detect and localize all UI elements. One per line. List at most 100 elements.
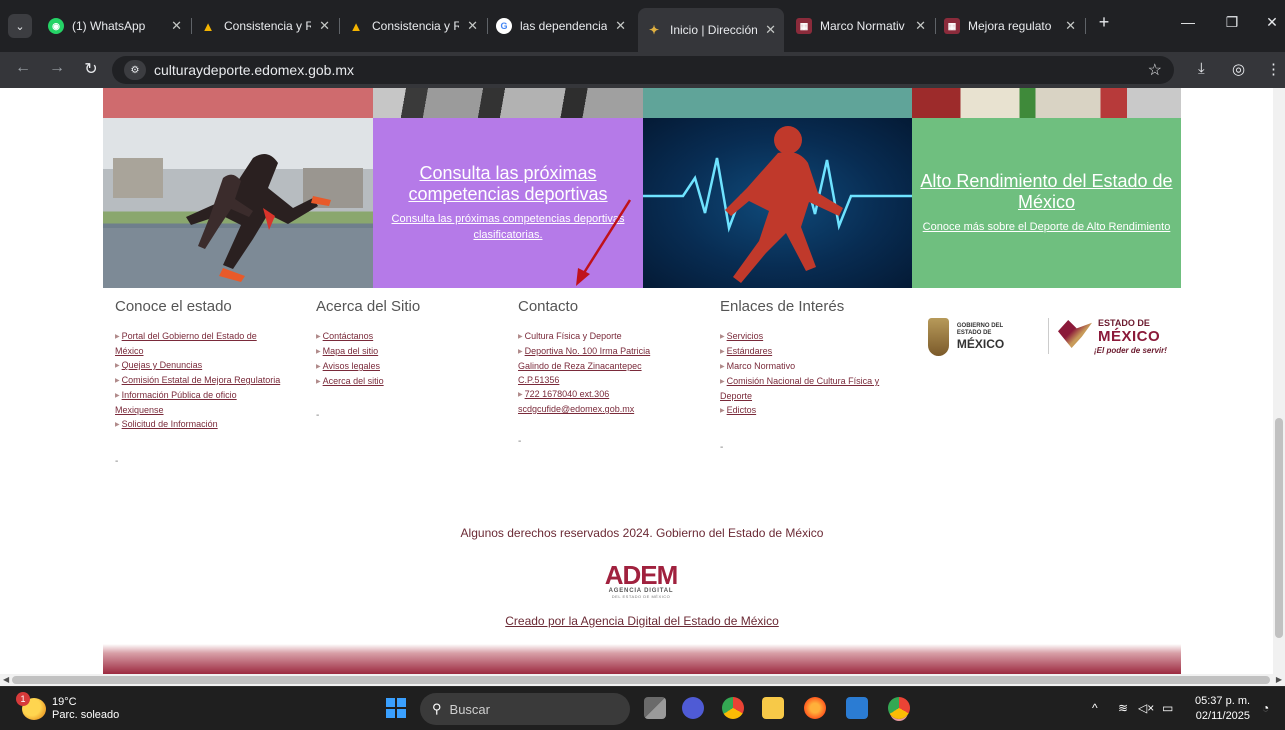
file-explorer-icon[interactable]: [762, 697, 784, 719]
tab-separator: [1085, 18, 1086, 34]
gobierno-edomex-logo[interactable]: GOBIERNO DEL ESTADO DE MÉXICO: [928, 316, 1023, 358]
cultura-fisica-text: Cultura Física y Deporte: [518, 329, 678, 344]
contactanos-link[interactable]: Contáctanos: [316, 329, 486, 344]
informacion-publica-link[interactable]: Información Pública de oficio Mexiquense: [115, 388, 285, 417]
acerca-del-sitio-link[interactable]: Acerca del sitio: [316, 374, 486, 389]
vertical-scrollbar[interactable]: [1273, 88, 1285, 674]
url-text[interactable]: culturaydeporte.edomex.gob.mx: [154, 62, 354, 78]
solicitud-informacion-link[interactable]: Solicitud de Información: [115, 417, 285, 432]
site-info-icon[interactable]: ⚙: [124, 60, 146, 80]
tab-label: Marco Normativ: [820, 19, 905, 33]
mapa-sitio-link[interactable]: Mapa del sitio: [316, 344, 486, 359]
restore-icon[interactable]: ❐: [1222, 14, 1242, 31]
new-tab-button[interactable]: +: [1092, 12, 1116, 33]
google-drive-icon: ▲: [349, 18, 363, 34]
windows-taskbar: 1 19°C Parc. soleado ⚲ Buscar ^ ≋ ◁× ▭ 0…: [0, 686, 1285, 730]
address-bar[interactable]: ⚙ culturaydeporte.edomex.gob.mx ☆: [112, 56, 1174, 84]
address-link[interactable]: Deportiva No. 100 Irma Patricia Galindo …: [518, 344, 678, 387]
email-link[interactable]: scdgcufide@edomex.gob.mx: [518, 402, 678, 416]
quejas-denuncias-link[interactable]: Quejas y Denuncias: [115, 358, 285, 373]
notifications-bell-icon[interactable]: ◔: [1262, 701, 1269, 715]
windows-start-icon[interactable]: [386, 698, 406, 718]
heartbeat-runner-image[interactable]: [643, 118, 912, 288]
minimize-icon[interactable]: —: [1178, 14, 1198, 30]
tab-marco-normativo[interactable]: ▦ Marco Normativ ✕: [788, 12, 934, 40]
conade-link[interactable]: Comisión Nacional de Cultura Física y De…: [720, 374, 900, 403]
comision-mejora-link[interactable]: Comisión Estatal de Mejora Regulatoria: [115, 373, 285, 388]
placeholder-dash: -: [115, 456, 119, 467]
horizontal-scrollbar[interactable]: ◀ ▶: [0, 674, 1285, 686]
bookmark-star-icon[interactable]: ☆: [1148, 60, 1162, 80]
whatsapp-icon: ◉: [48, 18, 64, 34]
download-icon[interactable]: ⤓: [1198, 60, 1205, 77]
tab-whatsapp[interactable]: ◉ (1) WhatsApp ✕: [40, 12, 190, 40]
page-viewport: Consulta las próximas competencias depor…: [0, 88, 1285, 674]
close-window-icon[interactable]: ✕: [1262, 14, 1282, 31]
tab-consistencia-2[interactable]: ▲ Consistencia y R ✕: [340, 12, 486, 40]
back-icon[interactable]: ←: [12, 59, 34, 77]
word-icon[interactable]: [846, 697, 868, 719]
tab-search-chevron-icon[interactable]: ⌄: [8, 14, 32, 38]
contacto-column: Contacto Cultura Física y Deporte Deport…: [518, 298, 678, 416]
marco-normativo-link[interactable]: Marco Normativo: [720, 359, 900, 374]
portal-gobierno-link[interactable]: Portal del Gobierno del Estado de México: [115, 329, 285, 358]
search-icon: ⚲: [432, 701, 442, 716]
taskbar-search[interactable]: ⚲ Buscar: [420, 693, 630, 725]
battery-icon[interactable]: ▭: [1162, 701, 1173, 715]
tab-las-dependencias[interactable]: G las dependencia ✕: [488, 12, 634, 40]
tray-chevron-icon[interactable]: ^: [1092, 701, 1098, 715]
close-tab-icon[interactable]: ✕: [319, 18, 330, 34]
tab-consistencia-1[interactable]: ▲ Consistencia y R ✕: [192, 12, 338, 40]
site-favicon-icon: ✦: [648, 23, 660, 37]
sprinters-illustration: [103, 154, 373, 288]
edo-logo-main: MÉXICO: [1098, 328, 1161, 345]
edo-logo-slogan: ¡El poder de servir!: [1094, 346, 1167, 355]
edictos-link[interactable]: Edictos: [720, 403, 900, 418]
alto-subtitle-link[interactable]: Conoce más sobre el Deporte de Alto Rend…: [917, 219, 1177, 235]
chrome-icon[interactable]: [722, 697, 744, 719]
clock-date: 02/11/2025: [1195, 710, 1251, 722]
sprinters-photo[interactable]: [103, 118, 373, 288]
close-tab-icon[interactable]: ✕: [915, 18, 926, 34]
banner-image: [373, 88, 643, 118]
avisos-legales-link[interactable]: Avisos legales: [316, 359, 486, 374]
enlaces-interes-column: Enlaces de Interés Servicios Estándares …: [720, 298, 900, 418]
search-placeholder: Buscar: [449, 701, 490, 717]
page-content: Consulta las próximas competencias depor…: [103, 88, 1181, 674]
scroll-right-arrow-icon[interactable]: ▶: [1276, 674, 1282, 686]
close-tab-icon[interactable]: ✕: [765, 22, 776, 38]
alto-rendimiento-card[interactable]: Alto Rendimiento del Estado de México Co…: [912, 118, 1181, 288]
profile-icon[interactable]: ◎: [1232, 60, 1245, 78]
close-tab-icon[interactable]: ✕: [171, 18, 182, 34]
horizontal-scroll-thumb[interactable]: [12, 676, 1270, 684]
vertical-scroll-thumb[interactable]: [1275, 418, 1283, 638]
partly-sunny-icon: 1: [16, 692, 46, 720]
creado-por-adem-link[interactable]: Creado por la Agencia Digital del Estado…: [103, 614, 1181, 628]
reload-icon[interactable]: ↻: [80, 59, 102, 79]
scroll-left-arrow-icon[interactable]: ◀: [3, 674, 9, 686]
weather-desc: Parc. soleado: [52, 709, 120, 721]
chrome-active-icon[interactable]: [888, 697, 910, 719]
close-tab-icon[interactable]: ✕: [467, 18, 478, 34]
task-view-icon[interactable]: [644, 697, 666, 719]
close-tab-icon[interactable]: ✕: [615, 18, 626, 34]
estado-de-mexico-logo[interactable]: ESTADO DE MÉXICO ¡El poder de servir!: [1058, 316, 1168, 358]
wifi-icon[interactable]: ≋: [1118, 701, 1128, 715]
estandares-link[interactable]: Estándares: [720, 344, 900, 359]
firefox-icon[interactable]: [804, 697, 826, 719]
placeholder-dash: -: [316, 410, 320, 421]
menu-kebab-icon[interactable]: ⋮: [1266, 60, 1281, 78]
close-tab-icon[interactable]: ✕: [1065, 18, 1076, 34]
servicios-link[interactable]: Servicios: [720, 329, 900, 344]
phone-link[interactable]: 722 1678040 ext.306: [518, 387, 678, 402]
volume-muted-icon[interactable]: ◁×: [1138, 701, 1154, 715]
tab-inicio-direccion[interactable]: ✦ Inicio | Dirección ✕: [638, 8, 784, 52]
alto-title-link[interactable]: Alto Rendimiento del Estado de México: [912, 171, 1181, 213]
teams-chat-icon[interactable]: [682, 697, 704, 719]
forward-icon[interactable]: →: [46, 59, 68, 77]
adem-logo[interactable]: ADEM AGENCIA DIGITAL DEL ESTADO DE MÉXIC…: [595, 562, 687, 599]
tab-mejora-regulatoria[interactable]: ▦ Mejora regulato ✕: [936, 12, 1084, 40]
system-clock[interactable]: 05:37 p. m. 02/11/2025: [1195, 694, 1250, 724]
edo-logo-top: ESTADO DE: [1098, 318, 1150, 328]
weather-widget[interactable]: 1 19°C Parc. soleado: [16, 692, 120, 722]
